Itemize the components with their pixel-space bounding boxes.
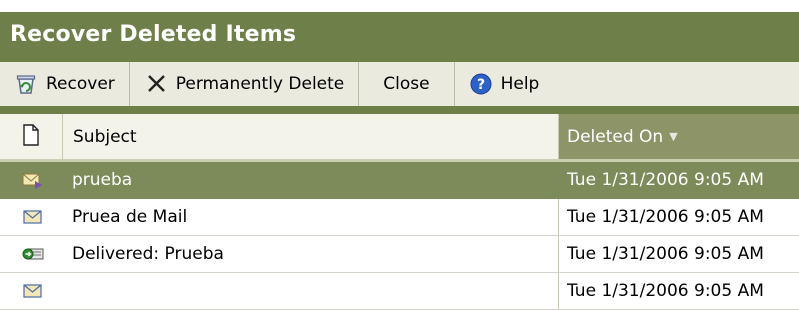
row-subject: Delivered: Prueba bbox=[72, 244, 224, 264]
svg-text:?: ? bbox=[477, 77, 485, 93]
envelope-icon bbox=[22, 208, 44, 226]
row-subject: Pruea de Mail bbox=[72, 207, 188, 227]
sort-descending-icon: ▼ bbox=[669, 130, 678, 143]
delivery-receipt-icon bbox=[22, 245, 44, 263]
item-type-column-header[interactable] bbox=[0, 114, 63, 159]
list-item[interactable]: prueba Tue 1/31/2006 9:05 AM bbox=[0, 162, 799, 199]
deleted-on-column-header[interactable]: Deleted On ▼ bbox=[559, 114, 799, 159]
close-button[interactable]: Close bbox=[359, 62, 455, 106]
title-bar: Recover Deleted Items bbox=[0, 0, 799, 56]
row-deleted-on: Tue 1/31/2006 9:05 AM bbox=[558, 273, 799, 309]
deleted-on-header-label: Deleted On bbox=[567, 126, 664, 147]
permanently-delete-label: Permanently Delete bbox=[175, 74, 345, 94]
envelope-reply-icon bbox=[22, 171, 44, 189]
help-button[interactable]: ? Help bbox=[455, 62, 554, 106]
subject-column-header[interactable]: Subject bbox=[63, 114, 559, 159]
list-item[interactable]: Tue 1/31/2006 9:05 AM bbox=[0, 273, 799, 310]
document-icon bbox=[22, 123, 40, 150]
list-header: Subject Deleted On ▼ bbox=[0, 114, 799, 162]
close-label: Close bbox=[383, 74, 430, 94]
recover-label: Recover bbox=[46, 74, 115, 94]
list-item[interactable]: Pruea de Mail Tue 1/31/2006 9:05 AM bbox=[0, 199, 799, 236]
row-subject: prueba bbox=[72, 170, 133, 190]
recover-icon bbox=[14, 72, 38, 96]
deleted-items-list: prueba Tue 1/31/2006 9:05 AM Pruea de Ma… bbox=[0, 162, 799, 310]
help-icon: ? bbox=[469, 72, 493, 96]
recover-button[interactable]: Recover bbox=[0, 62, 130, 106]
envelope-icon bbox=[22, 282, 44, 300]
window-title: Recover Deleted Items bbox=[10, 21, 297, 47]
row-deleted-on: Tue 1/31/2006 9:05 AM bbox=[558, 236, 799, 272]
help-label: Help bbox=[500, 74, 540, 94]
row-subject bbox=[62, 273, 558, 309]
row-deleted-on: Tue 1/31/2006 9:05 AM bbox=[558, 162, 799, 198]
list-item[interactable]: Delivered: Prueba Tue 1/31/2006 9:05 AM bbox=[0, 236, 799, 273]
toolbar: Recover Permanently Delete Close ? Help bbox=[0, 56, 799, 114]
permanently-delete-button[interactable]: Permanently Delete bbox=[130, 62, 360, 106]
recover-deleted-items-window: Recover Deleted Items Recover Permanentl… bbox=[0, 0, 799, 310]
row-deleted-on: Tue 1/31/2006 9:05 AM bbox=[558, 199, 799, 235]
x-delete-icon bbox=[144, 72, 168, 96]
